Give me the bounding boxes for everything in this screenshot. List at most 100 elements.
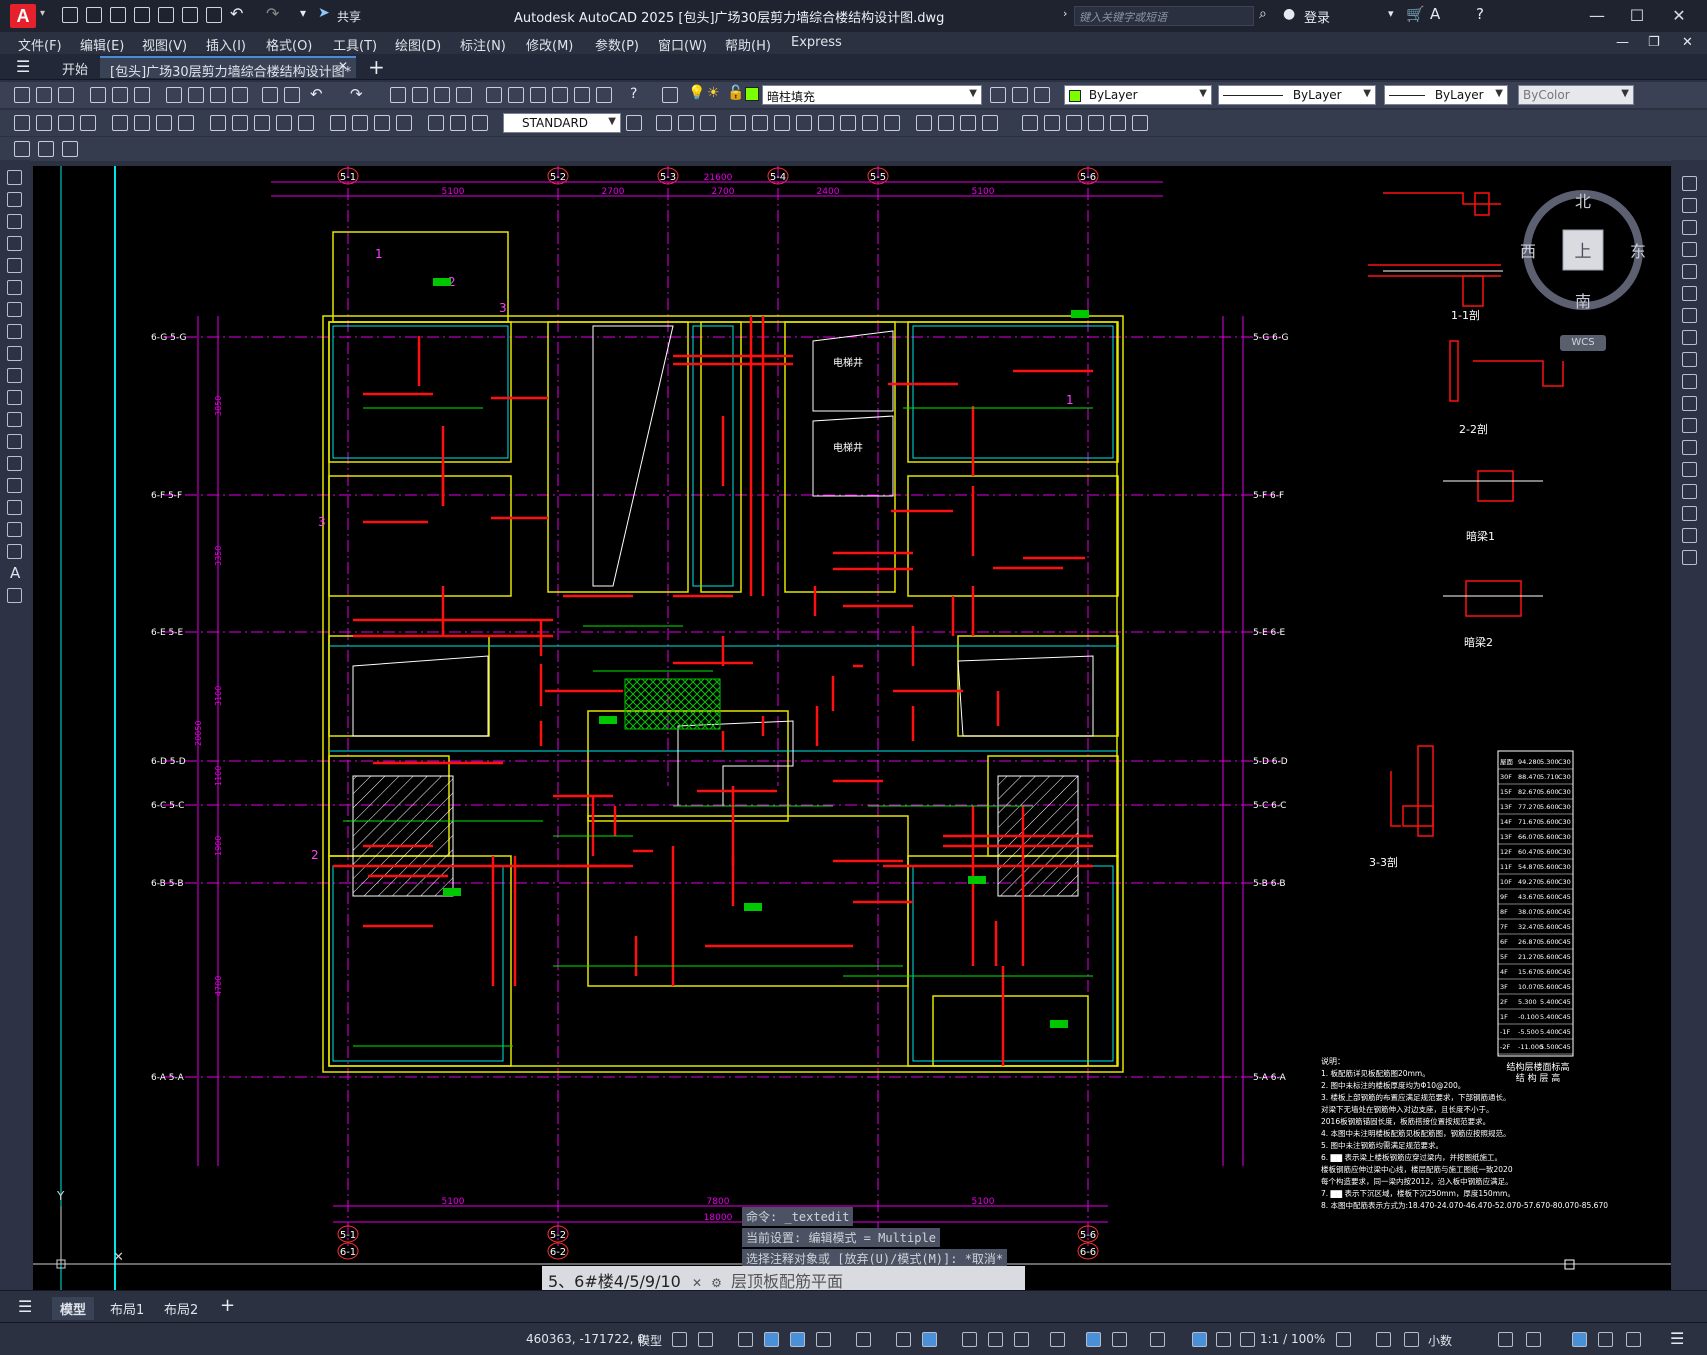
save-web-icon[interactable]	[158, 7, 174, 23]
erase-icon[interactable]	[1682, 176, 1697, 191]
brush-icon[interactable]	[284, 87, 300, 103]
close-button[interactable]: ✕	[1662, 4, 1696, 28]
doc-restore-button[interactable]: ❐	[1648, 35, 1660, 50]
menu-modify[interactable]: 修改(M)	[526, 35, 573, 54]
ucs-object-icon[interactable]	[730, 115, 746, 131]
zoom-window-icon[interactable]	[434, 87, 450, 103]
layer-on-icon[interactable]: 💡	[688, 85, 705, 101]
ucs-view-icon[interactable]	[752, 115, 768, 131]
menu-view[interactable]: 视图(V)	[142, 35, 187, 54]
save-as-icon[interactable]	[134, 7, 150, 23]
markup-icon[interactable]	[574, 87, 590, 103]
tab-model[interactable]: 模型	[52, 1297, 95, 1320]
ucs-zaxis-icon[interactable]	[796, 115, 812, 131]
wcs-menu-button[interactable]: WCS	[1560, 335, 1606, 351]
plotstyle-dropdown[interactable]: ByColor ▼	[1518, 85, 1634, 105]
toolbar-redo-icon[interactable]: ↷	[350, 85, 363, 103]
search-input[interactable]: 键入关键字或短语	[1074, 6, 1254, 26]
mirror-icon[interactable]	[1682, 220, 1697, 235]
dim-style-icon[interactable]	[626, 115, 642, 131]
grid-icon[interactable]	[672, 1332, 687, 1347]
color-dropdown[interactable]: ByLayer ▼	[1064, 85, 1212, 105]
fillet-icon[interactable]	[1682, 506, 1697, 521]
save-file-icon[interactable]	[58, 87, 74, 103]
cart-icon[interactable]: 🛒	[1406, 5, 1425, 23]
radius-dim-icon[interactable]	[112, 115, 128, 131]
ordinate-dim-icon[interactable]	[80, 115, 96, 131]
jogged-linear-icon[interactable]	[396, 115, 412, 131]
3d-osnap-icon[interactable]	[1050, 1332, 1065, 1347]
ucs-3point-icon[interactable]	[818, 115, 834, 131]
qnew-icon[interactable]	[14, 87, 30, 103]
render-icon[interactable]	[916, 115, 932, 131]
app-menu-arrow-icon[interactable]: ▾	[40, 8, 45, 19]
layer-freeze-icon[interactable]: ☀	[707, 85, 720, 101]
polar-icon[interactable]	[816, 1332, 831, 1347]
point-icon[interactable]	[7, 456, 22, 471]
inspect-icon[interactable]	[374, 115, 390, 131]
extend-icon[interactable]	[1682, 396, 1697, 411]
rotate-icon[interactable]	[1682, 308, 1697, 323]
lineweight-dropdown[interactable]: ByLayer ▼	[1384, 85, 1508, 105]
units-readout[interactable]: 小数	[1428, 1332, 1452, 1349]
menu-tools[interactable]: 工具(T)	[333, 35, 377, 54]
menu-draw[interactable]: 绘图(D)	[395, 35, 441, 54]
aligned-dim-icon[interactable]	[36, 115, 52, 131]
clip-icon[interactable]	[1066, 115, 1082, 131]
autoscale-icon[interactable]	[1216, 1332, 1231, 1347]
adjust-icon[interactable]	[1088, 115, 1104, 131]
plot-icon[interactable]	[206, 7, 222, 23]
menu-express[interactable]: Express	[791, 35, 842, 50]
menu-dimension[interactable]: 标注(N)	[460, 35, 506, 54]
menu-help[interactable]: 帮助(H)	[725, 35, 771, 54]
ucs-face-icon[interactable]	[700, 115, 716, 131]
add-selected-icon[interactable]	[7, 588, 22, 603]
menu-window[interactable]: 窗口(W)	[658, 35, 707, 54]
publish-file-icon[interactable]	[134, 87, 150, 103]
ucs-previous-icon[interactable]	[678, 115, 694, 131]
ucs-y-icon[interactable]	[862, 115, 878, 131]
model-space-button[interactable]: 模型	[638, 1332, 662, 1349]
stretch-icon[interactable]	[1682, 352, 1697, 367]
annotation-visibility-icon[interactable]	[1192, 1332, 1207, 1347]
jogged-dim-icon[interactable]	[134, 115, 150, 131]
layout-menu-icon[interactable]: ☰	[18, 1297, 32, 1316]
arc-length-icon[interactable]	[58, 115, 74, 131]
dim-update-icon[interactable]	[472, 115, 488, 131]
doc-minimize-button[interactable]: —	[1616, 35, 1629, 50]
layer-dropdown[interactable]: 暗柱填充 ▼	[762, 85, 982, 105]
command-close-icon[interactable]: ✕	[692, 1276, 702, 1290]
redo-icon[interactable]: ↷	[266, 4, 279, 23]
make-block-icon[interactable]	[7, 434, 22, 449]
lock-ui-icon[interactable]	[1526, 1332, 1541, 1347]
trim-icon[interactable]	[1682, 374, 1697, 389]
light-icon[interactable]	[982, 115, 998, 131]
multiline-text-icon[interactable]: A	[10, 564, 20, 582]
command-wrench-icon[interactable]: ⚙	[711, 1276, 722, 1290]
customization-icon[interactable]: ☰	[1670, 1329, 1684, 1348]
continue-dim-icon[interactable]	[254, 115, 270, 131]
selection-cycling-icon[interactable]	[1014, 1332, 1029, 1347]
polyline-icon[interactable]	[7, 214, 22, 229]
autodesk-icon[interactable]: A	[1430, 5, 1440, 23]
annotation-monitor-icon[interactable]	[1376, 1332, 1391, 1347]
pan-icon[interactable]	[390, 87, 406, 103]
toolbar-undo-icon[interactable]: ↶	[310, 85, 323, 103]
array-icon[interactable]	[1682, 264, 1697, 279]
workspace-gear-icon[interactable]	[1336, 1332, 1351, 1347]
cut-icon[interactable]	[166, 87, 182, 103]
drawing-canvas[interactable]: Y ✕ 5-1 5-2 5-3 5-4 5-5 5-6 5-1 6-1 5-2 …	[33, 166, 1671, 1290]
attach-icon[interactable]	[1044, 115, 1060, 131]
quick-properties-icon[interactable]	[1498, 1332, 1513, 1347]
construction-line-icon[interactable]	[7, 192, 22, 207]
toolbar-help-icon[interactable]: ?	[630, 86, 637, 102]
dim-space-icon[interactable]	[276, 115, 292, 131]
circle-icon[interactable]	[7, 302, 22, 317]
zoom-previous-icon[interactable]	[456, 87, 472, 103]
layer-properties-icon[interactable]	[662, 87, 678, 103]
text-edit-icon[interactable]	[14, 141, 30, 157]
chamfer-icon[interactable]	[1682, 484, 1697, 499]
ucs-world-icon[interactable]	[656, 115, 672, 131]
menu-format[interactable]: 格式(O)	[266, 35, 312, 54]
quick-dim-icon[interactable]	[210, 115, 226, 131]
